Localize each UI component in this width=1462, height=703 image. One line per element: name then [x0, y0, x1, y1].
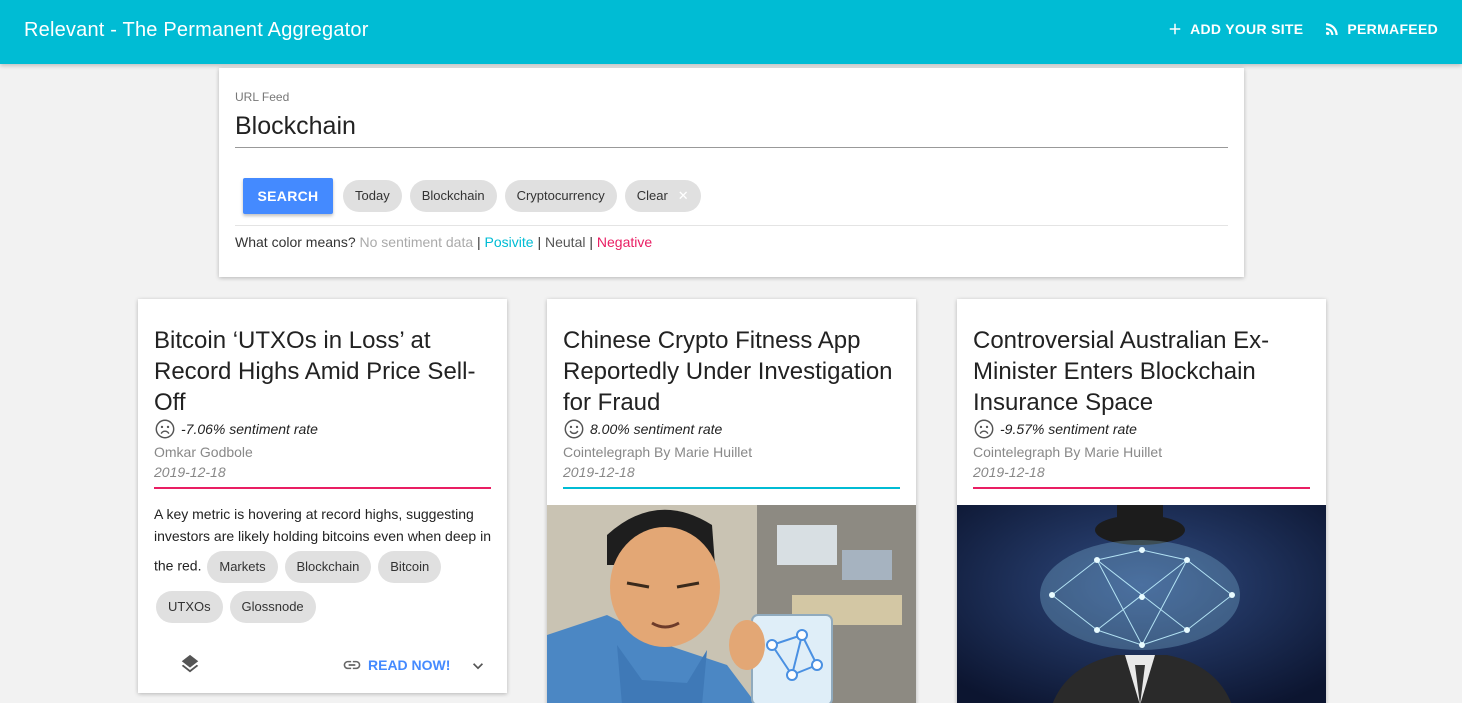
- legend-separator: |: [477, 234, 481, 250]
- card-image[interactable]: [957, 505, 1326, 703]
- search-controls: SEARCH Today Blockchain Cryptocurrency C…: [243, 178, 701, 214]
- sentiment-rate: -9.57% sentiment rate: [1000, 421, 1137, 437]
- rss-icon: [1326, 23, 1339, 35]
- add-your-site-button[interactable]: ADD YOUR SITE: [1166, 20, 1303, 38]
- sentiment-rule: [154, 487, 491, 489]
- sentiment-rule: [563, 487, 900, 489]
- divider: [235, 225, 1228, 226]
- card-title[interactable]: Controversial Australian Ex-Minister Ent…: [973, 325, 1313, 418]
- tag-chip[interactable]: UTXOs: [156, 591, 223, 623]
- sentiment-rate: 8.00% sentiment rate: [590, 421, 723, 437]
- sentiment-row: -9.57% sentiment rate: [973, 418, 1137, 440]
- chip-cryptocurrency[interactable]: Cryptocurrency: [504, 180, 617, 212]
- legend-separator: |: [589, 234, 593, 250]
- chevron-down-icon[interactable]: [468, 656, 488, 676]
- tag-chip[interactable]: Blockchain: [284, 551, 372, 583]
- news-card: Chinese Crypto Fitness App Reportedly Un…: [547, 299, 916, 703]
- chip-clear-label: Clear: [636, 188, 668, 203]
- sentiment-rule: [973, 487, 1310, 489]
- tag-chip[interactable]: Markets: [207, 551, 278, 583]
- permafeed-label: PERMAFEED: [1347, 21, 1438, 37]
- legend-positive: Posivite: [484, 234, 534, 250]
- card-title[interactable]: Bitcoin ‘UTXOs in Loss’ at Record Highs …: [154, 325, 494, 418]
- card-description: A key metric is hovering at record highs…: [154, 503, 496, 627]
- sentiment-row: 8.00% sentiment rate: [563, 418, 722, 440]
- search-card: URL Feed SEARCH Today Blockchain Cryptoc…: [219, 68, 1244, 277]
- sad-face-icon: [974, 419, 994, 439]
- sad-face-icon: [155, 419, 175, 439]
- tag-chip[interactable]: Glossnode: [229, 591, 316, 623]
- legend-neutral: Neutal: [545, 234, 586, 250]
- article-illustration: [957, 505, 1326, 703]
- legend-none: No sentiment data: [359, 234, 474, 250]
- sentiment-rate: -7.06% sentiment rate: [181, 421, 318, 437]
- card-date: 2019-12-18: [563, 464, 635, 480]
- app-bar: Relevant - The Permanent Aggregator ADD …: [0, 0, 1462, 64]
- chip-today[interactable]: Today: [343, 180, 402, 212]
- url-feed-label: URL Feed: [235, 90, 290, 104]
- url-feed-input[interactable]: [235, 106, 1228, 148]
- card-author: Cointelegraph By Marie Huillet: [563, 444, 753, 460]
- card-author: Omkar Godbole: [154, 444, 253, 460]
- legend-negative: Negative: [596, 234, 653, 250]
- app-title[interactable]: Relevant - The Permanent Aggregator: [24, 19, 369, 42]
- card-image[interactable]: [547, 505, 916, 703]
- legend-prefix: What color means?: [235, 234, 356, 250]
- layers-icon[interactable]: [179, 653, 201, 675]
- news-card: Controversial Australian Ex-Minister Ent…: [957, 299, 1326, 703]
- chip-clear[interactable]: Clear ✕: [624, 180, 701, 212]
- smile-face-icon: [564, 419, 584, 439]
- card-actions: READ NOW!: [138, 649, 507, 679]
- card-author: Cointelegraph By Marie Huillet: [973, 444, 1163, 460]
- read-now-button[interactable]: READ NOW!: [342, 655, 450, 675]
- article-illustration: [547, 505, 916, 703]
- card-date: 2019-12-18: [154, 464, 226, 480]
- card-title[interactable]: Chinese Crypto Fitness App Reportedly Un…: [563, 325, 903, 418]
- sentiment-row: -7.06% sentiment rate: [154, 418, 318, 440]
- card-date: 2019-12-18: [973, 464, 1045, 480]
- plus-icon: [1169, 23, 1181, 35]
- permafeed-button[interactable]: PERMAFEED: [1323, 20, 1438, 38]
- sentiment-legend: What color means? No sentiment data | Po…: [235, 234, 652, 250]
- news-card: Bitcoin ‘UTXOs in Loss’ at Record Highs …: [138, 299, 507, 693]
- legend-separator: |: [537, 234, 542, 250]
- search-button[interactable]: SEARCH: [243, 178, 333, 214]
- app-bar-actions: ADD YOUR SITE PERMAFEED: [1166, 20, 1438, 38]
- read-now-label: READ NOW!: [368, 657, 451, 673]
- add-your-site-label: ADD YOUR SITE: [1190, 21, 1304, 37]
- chip-blockchain[interactable]: Blockchain: [409, 180, 497, 212]
- close-icon[interactable]: ✕: [678, 180, 689, 212]
- link-icon: [343, 660, 361, 670]
- tag-chip[interactable]: Bitcoin: [378, 551, 442, 583]
